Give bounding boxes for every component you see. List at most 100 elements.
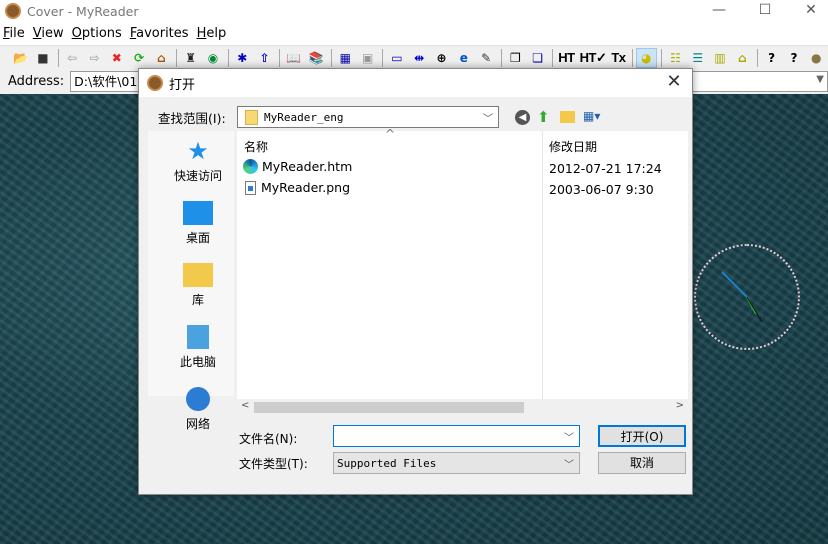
desktop-icon	[183, 201, 213, 225]
toolbar-separator	[500, 48, 502, 67]
export-icon[interactable]: ☰	[687, 48, 708, 68]
books-icon[interactable]: ▥	[709, 48, 730, 68]
toolbar-separator	[227, 48, 229, 67]
window-resize-icon[interactable]: ▭	[386, 48, 407, 68]
zoom-icon[interactable]: ⊕	[431, 48, 452, 68]
toolbar-separator	[660, 48, 662, 67]
look-in-value: MyReader_eng	[264, 110, 344, 124]
file-list: ^ 名称 修改日期 MyReader.htm 2012-07-21 17:24 …	[237, 127, 688, 416]
open-folder-icon[interactable]: 📂	[10, 48, 31, 68]
place-this-pc[interactable]: 此电脑	[158, 325, 238, 370]
save-icon[interactable]: ■	[32, 48, 53, 68]
file-date: 2003-06-07 9:30	[549, 182, 654, 197]
split-icon[interactable]: ⇹	[409, 48, 430, 68]
bear-icon	[147, 75, 163, 91]
toolbar: 📂 ■ ⇦ ⇨ ✖ ⟳ ⌂ ♜ ◉ ✱ ⇧ 📖 📚 ▦ ▣ ▭ ⇹ ⊕ e ✎ ❐ ❏ HT HT✓ Tx ◕ ☷ ☰ ▥ ⌂?? ●	[0, 45, 828, 69]
scrollbar-thumb[interactable]	[254, 402, 524, 413]
stop-icon[interactable]: ✖	[106, 48, 127, 68]
screen-icon[interactable]: ▣	[357, 48, 378, 68]
menu-view[interactable]: View	[30, 24, 69, 44]
column-header-date[interactable]: 修改日期	[549, 138, 597, 155]
file-row[interactable]: MyReader.htm	[243, 159, 352, 174]
column-header-name[interactable]: 名称	[244, 138, 268, 155]
open-button[interactable]: 打开(O)	[598, 425, 686, 447]
chevron-down-icon: ﹀	[483, 114, 493, 125]
minimize-button[interactable]: —	[696, 0, 742, 22]
up-folder-icon[interactable]: ⬆	[537, 108, 550, 126]
menu-bar: File View Options Favorites Help	[0, 24, 828, 44]
place-quick-access[interactable]: ★ 快速访问	[158, 139, 238, 184]
look-in-combo[interactable]: MyReader_eng ﹀	[237, 106, 499, 128]
network-icon	[186, 387, 210, 411]
app-icon	[5, 3, 21, 19]
close-button[interactable]: ✕	[788, 0, 828, 22]
folder-icon	[245, 109, 258, 125]
ht-button[interactable]: HT	[556, 48, 576, 68]
look-in-label: 查找范围(I):	[158, 111, 226, 126]
speak-icon[interactable]: ◕	[635, 47, 657, 68]
title-bar: Cover - MyReader — ☐ ✕	[0, 0, 828, 22]
toolbar-separator	[757, 48, 758, 67]
toolbar-separator	[631, 48, 633, 67]
menu-help[interactable]: Help	[194, 24, 232, 44]
back-icon[interactable]: ⇦	[62, 48, 83, 68]
dialog-title: 打开	[169, 77, 196, 93]
help-icon[interactable]: ?	[761, 48, 782, 68]
star-icon: ★	[187, 137, 209, 165]
toolbar-separator	[552, 48, 554, 67]
filetype-label: 文件类型(T):	[239, 457, 308, 471]
filetype-select[interactable]: Supported Files ﹀	[333, 452, 580, 474]
maximize-button[interactable]: ☐	[742, 0, 788, 22]
bookmark-add-icon[interactable]: 📖	[283, 48, 304, 68]
filename-label: 文件名(N):	[239, 432, 298, 446]
toolbar-separator	[330, 48, 332, 67]
tree-icon[interactable]: ☷	[665, 48, 686, 68]
file-row[interactable]: MyReader.png	[243, 180, 350, 195]
ht-check-button[interactable]: HT✓	[578, 48, 609, 68]
tx-button[interactable]: Tx	[609, 48, 627, 68]
folder-star-icon[interactable]: ✱	[232, 48, 253, 68]
new-page-icon[interactable]: ✎	[475, 48, 496, 68]
chevron-down-icon[interactable]: ﹀	[564, 429, 574, 444]
back-icon[interactable]: ◀	[515, 110, 530, 125]
dialog-close-button[interactable]: ✕	[662, 71, 686, 92]
ie-page-icon[interactable]: e	[453, 48, 474, 68]
cancel-button[interactable]: 取消	[598, 452, 686, 474]
chevron-down-icon[interactable]: ▼	[816, 74, 824, 85]
place-library[interactable]: 库	[158, 263, 238, 308]
toolbar-separator	[57, 48, 59, 67]
menu-favorites[interactable]: Favorites	[127, 24, 194, 44]
bear-icon[interactable]: ●	[806, 48, 827, 68]
bookmarks-icon[interactable]: 📚	[305, 48, 326, 68]
clock-widget	[694, 244, 800, 350]
menu-file[interactable]: File	[0, 24, 30, 44]
toolbar-separator	[279, 48, 281, 67]
home-grid-icon[interactable]: ⌂	[732, 48, 753, 68]
help-box-icon[interactable]: ?	[783, 48, 804, 68]
new-folder-icon[interactable]	[560, 111, 575, 123]
dialog-title-bar: 打开 ✕	[139, 69, 692, 97]
view-menu-icon[interactable]: ▦▾	[583, 109, 609, 123]
table-icon[interactable]: ▦	[335, 48, 356, 68]
menu-options[interactable]: Options	[69, 24, 127, 44]
edge-icon	[243, 159, 258, 174]
library-icon	[183, 263, 213, 287]
place-desktop[interactable]: 桌面	[158, 201, 238, 246]
refresh-icon[interactable]: ⟳	[128, 48, 149, 68]
filename-input[interactable]: ﹀	[333, 425, 580, 447]
forward-icon[interactable]: ⇨	[84, 48, 105, 68]
home-icon[interactable]: ⌂	[151, 48, 172, 68]
cascade-icon[interactable]: ❐	[505, 48, 526, 68]
window-title: Cover - MyReader	[27, 3, 139, 19]
places-bar: ★ 快速访问 桌面 库 此电脑 网络	[148, 131, 234, 431]
horizontal-scrollbar[interactable]: < >	[237, 399, 688, 416]
folder-up-icon[interactable]: ⇧	[254, 48, 275, 68]
place-network[interactable]: 网络	[158, 387, 238, 432]
sort-arrow-icon: ^	[385, 127, 396, 141]
tile-icon[interactable]: ❏	[527, 48, 548, 68]
find-icon[interactable]: ♜	[180, 48, 201, 68]
file-date: 2012-07-21 17:24	[549, 161, 662, 176]
address-label: Address:	[8, 74, 65, 89]
web-icon[interactable]: ◉	[202, 48, 223, 68]
image-file-icon	[245, 180, 256, 195]
